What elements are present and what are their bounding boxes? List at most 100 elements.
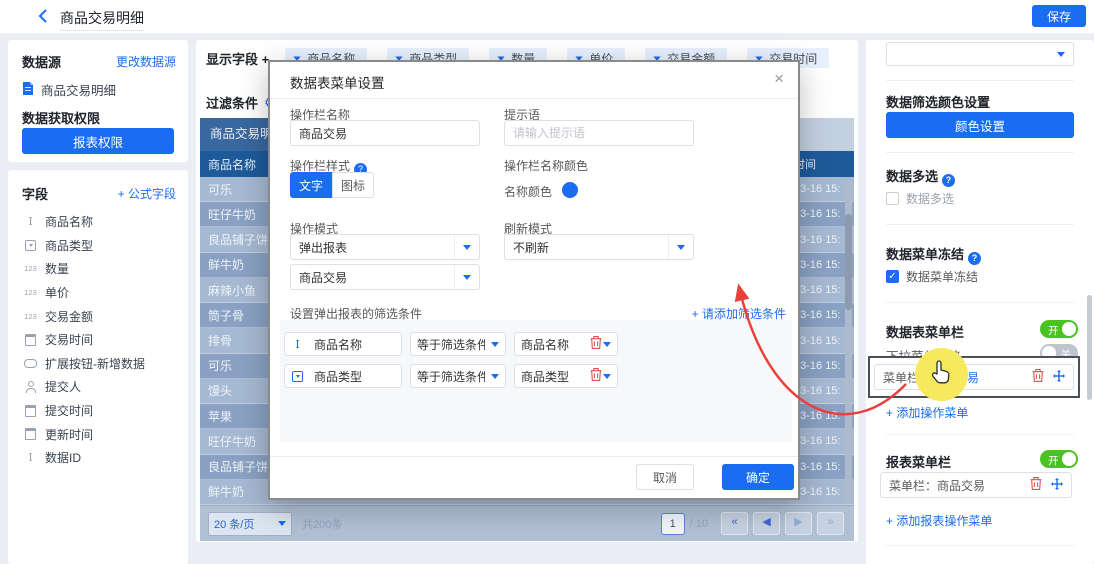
report-menu-toggle[interactable]: 开	[1040, 450, 1078, 468]
pagination-bar: 20 条/页 共200条 1 / 10 « ◀ ▶ »	[200, 505, 854, 541]
move-icon[interactable]	[1051, 478, 1063, 493]
field-label: 交易金额	[45, 308, 93, 325]
table-menu-heading: 数据表菜单栏	[886, 322, 964, 341]
field-list: 商品名称 商品类型 数量 单价	[22, 210, 180, 470]
datasource-heading: 数据源	[22, 52, 61, 71]
field-list-item[interactable]: 提交人	[22, 375, 180, 399]
settings-panel: 数据筛选颜色设置 颜色设置 数据多选 数据多选 数据菜单冻结 数据菜单冻结 数据…	[866, 40, 1094, 564]
field-list-item[interactable]: 商品名称	[22, 210, 180, 234]
field-list-item[interactable]: 交易时间	[22, 328, 180, 352]
datasource-item[interactable]: 商品交易明细	[22, 80, 116, 99]
field-list-item[interactable]: 提交时间	[22, 399, 180, 423]
delete-icon[interactable]	[1032, 369, 1044, 385]
field-label: 数据ID	[45, 449, 81, 466]
document-icon	[22, 82, 34, 98]
multi-select-checkbox[interactable]: 数据多选	[886, 190, 954, 207]
refresh-mode-select[interactable]: 不刷新	[504, 234, 694, 260]
add-formula-field-link[interactable]: + 公式字段	[118, 185, 176, 202]
field-list-item[interactable]: 商品类型	[22, 234, 180, 258]
op-target-value: 商品交易	[291, 269, 454, 286]
table-menu-toggle[interactable]: 开	[1040, 320, 1078, 338]
close-icon[interactable]: ×	[774, 69, 784, 89]
filter-operator-select[interactable]: 等于筛选条件	[410, 332, 506, 356]
save-button[interactable]: 保存	[1032, 5, 1086, 27]
tip-input[interactable]	[504, 120, 694, 146]
name-color-section-label: 操作栏名称颜色	[504, 157, 588, 174]
field-type-icon	[22, 451, 39, 464]
field-label: 提交人	[45, 378, 81, 395]
dialog-footer	[270, 456, 798, 501]
chevron-down-icon	[491, 374, 499, 383]
confirm-button[interactable]: 确定	[722, 464, 794, 490]
help-icon[interactable]	[942, 174, 955, 187]
first-page-button[interactable]: «	[721, 512, 748, 535]
column-header-time[interactable]: 时间	[794, 156, 854, 172]
top-select[interactable]	[886, 42, 1074, 66]
delete-icon[interactable]	[590, 368, 602, 384]
total-count: 共200条	[302, 516, 342, 532]
field-type-icon	[22, 405, 39, 417]
freeze-checkbox[interactable]: 数据菜单冻结	[886, 268, 978, 285]
report-permission-button[interactable]: 报表权限	[22, 128, 174, 154]
filter-field-label: 商品名称	[308, 336, 401, 353]
toggle-knob	[1062, 452, 1076, 466]
field-list-item[interactable]: 更新时间	[22, 422, 180, 446]
datasource-panel: 数据源 更改数据源 商品交易明细 数据获取权限 报表权限	[8, 40, 188, 162]
add-report-menu-link[interactable]: + 添加报表操作菜单	[886, 512, 992, 529]
field-type-icon	[289, 338, 306, 351]
hand-cursor-icon	[929, 359, 951, 388]
filter-value-select[interactable]: 商品类型	[514, 364, 618, 388]
chevron-down-icon	[1057, 52, 1065, 61]
op-name-input[interactable]	[290, 120, 480, 146]
field-list-item[interactable]: 数据ID	[22, 446, 180, 470]
delete-icon[interactable]	[1030, 477, 1042, 493]
change-datasource-link[interactable]: 更改数据源	[116, 53, 176, 70]
filter-conditions-label: 过滤条件	[206, 93, 258, 112]
back-icon[interactable]	[38, 9, 48, 26]
field-type-icon	[22, 334, 39, 346]
color-swatch[interactable]	[562, 182, 578, 198]
op-target-select[interactable]: 商品交易	[290, 264, 480, 290]
menu-bar-item[interactable]: 菜单栏： 商品交易	[874, 364, 1074, 390]
field-list-item[interactable]: 数量	[22, 257, 180, 281]
color-setting-heading: 数据筛选颜色设置	[886, 92, 990, 111]
style-text-tab[interactable]: 文字	[290, 172, 332, 198]
page-size-select[interactable]: 20 条/页	[208, 512, 292, 536]
prev-page-button[interactable]: ◀	[753, 512, 780, 535]
add-menu-link[interactable]: + 添加操作菜单	[886, 404, 968, 421]
move-icon[interactable]	[1053, 370, 1065, 385]
scrollbar-thumb[interactable]	[845, 214, 852, 310]
cancel-button[interactable]: 取消	[636, 464, 694, 490]
style-icon-tab[interactable]: 图标	[332, 172, 374, 198]
field-type-icon	[22, 312, 39, 321]
panel-scrollbar[interactable]	[1087, 295, 1092, 400]
field-list-item[interactable]: 单价	[22, 281, 180, 305]
field-label: 更新时间	[45, 426, 93, 443]
last-page-button[interactable]: »	[817, 512, 844, 535]
filter-operator-select[interactable]: 等于筛选条件	[410, 364, 506, 388]
dialog-header: 数据表菜单设置 ×	[270, 62, 798, 99]
filter-field-box[interactable]: 商品类型	[284, 364, 402, 388]
delete-icon[interactable]	[590, 336, 602, 352]
help-icon[interactable]	[968, 252, 981, 265]
chevron-down-icon	[677, 245, 685, 254]
field-list-item[interactable]: 交易金额	[22, 304, 180, 328]
filter-value-select[interactable]: 商品名称	[514, 332, 618, 356]
next-page-button[interactable]: ▶	[785, 512, 812, 535]
filter-condition-row: 商品名称 等于筛选条件 商品名称	[284, 332, 618, 356]
field-list-item[interactable]: 扩展按钮-新增数据	[22, 352, 180, 376]
page-number-input[interactable]: 1	[661, 513, 685, 535]
report-menu-item[interactable]: 菜单栏： 商品交易	[880, 472, 1072, 498]
color-setting-button[interactable]: 颜色设置	[886, 112, 1074, 138]
checkbox-label: 数据多选	[906, 190, 954, 207]
top-bar: 商品交易明细 保存	[0, 0, 1094, 34]
field-label: 提交时间	[45, 402, 93, 419]
report-menu-heading: 报表菜单栏	[886, 452, 951, 471]
dialog-title: 数据表菜单设置	[290, 72, 385, 92]
table-scrollbar[interactable]	[845, 180, 852, 502]
checkbox-label: 数据菜单冻结	[906, 268, 978, 285]
page: 商品交易明细 保存 数据源 更改数据源 商品交易明细 数据获取权限 报表权限 字…	[0, 0, 1094, 564]
field-label: 商品类型	[45, 237, 93, 254]
filter-field-box[interactable]: 商品名称	[284, 332, 402, 356]
op-mode-select[interactable]: 弹出报表	[290, 234, 480, 260]
